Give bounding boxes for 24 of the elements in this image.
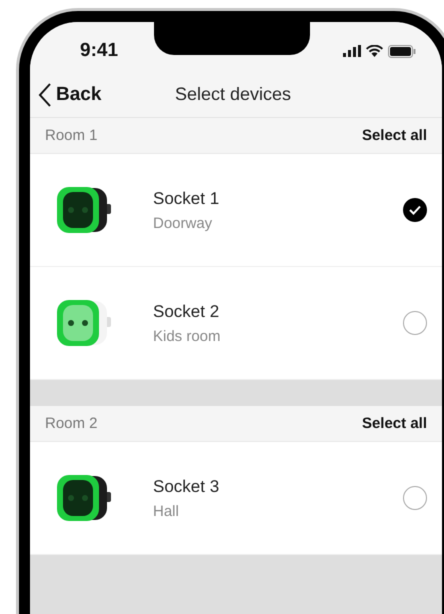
select-all-button[interactable]: Select all — [362, 415, 427, 432]
chevron-left-icon — [38, 82, 52, 106]
back-button[interactable]: Back — [30, 82, 102, 106]
battery-icon — [388, 44, 416, 58]
wifi-icon — [366, 45, 383, 57]
radio-button[interactable] — [403, 486, 427, 510]
room-name: Room 2 — [45, 415, 98, 432]
device-location: Hall — [153, 502, 180, 520]
room-name: Room 1 — [45, 127, 98, 144]
screen-title: Select devices — [175, 84, 292, 105]
device-name: Socket 2 — [153, 302, 220, 322]
device-row[interactable]: Socket 1 Doorway — [30, 154, 442, 267]
status-time: 9:41 — [80, 39, 118, 62]
radio-button[interactable] — [403, 311, 427, 335]
device-name: Socket 3 — [153, 476, 220, 496]
device-row[interactable]: Socket 3 Hall — [30, 442, 442, 555]
check-icon — [409, 205, 421, 215]
device-location: Doorway — [153, 214, 214, 232]
device-name: Socket 1 — [153, 188, 220, 208]
checked-radio[interactable] — [403, 198, 427, 222]
device-row[interactable]: Socket 2 Kids room — [30, 267, 442, 380]
select-all-button[interactable]: Select all — [362, 127, 427, 144]
signal-icon — [343, 45, 361, 57]
device-location: Kids room — [153, 328, 222, 344]
